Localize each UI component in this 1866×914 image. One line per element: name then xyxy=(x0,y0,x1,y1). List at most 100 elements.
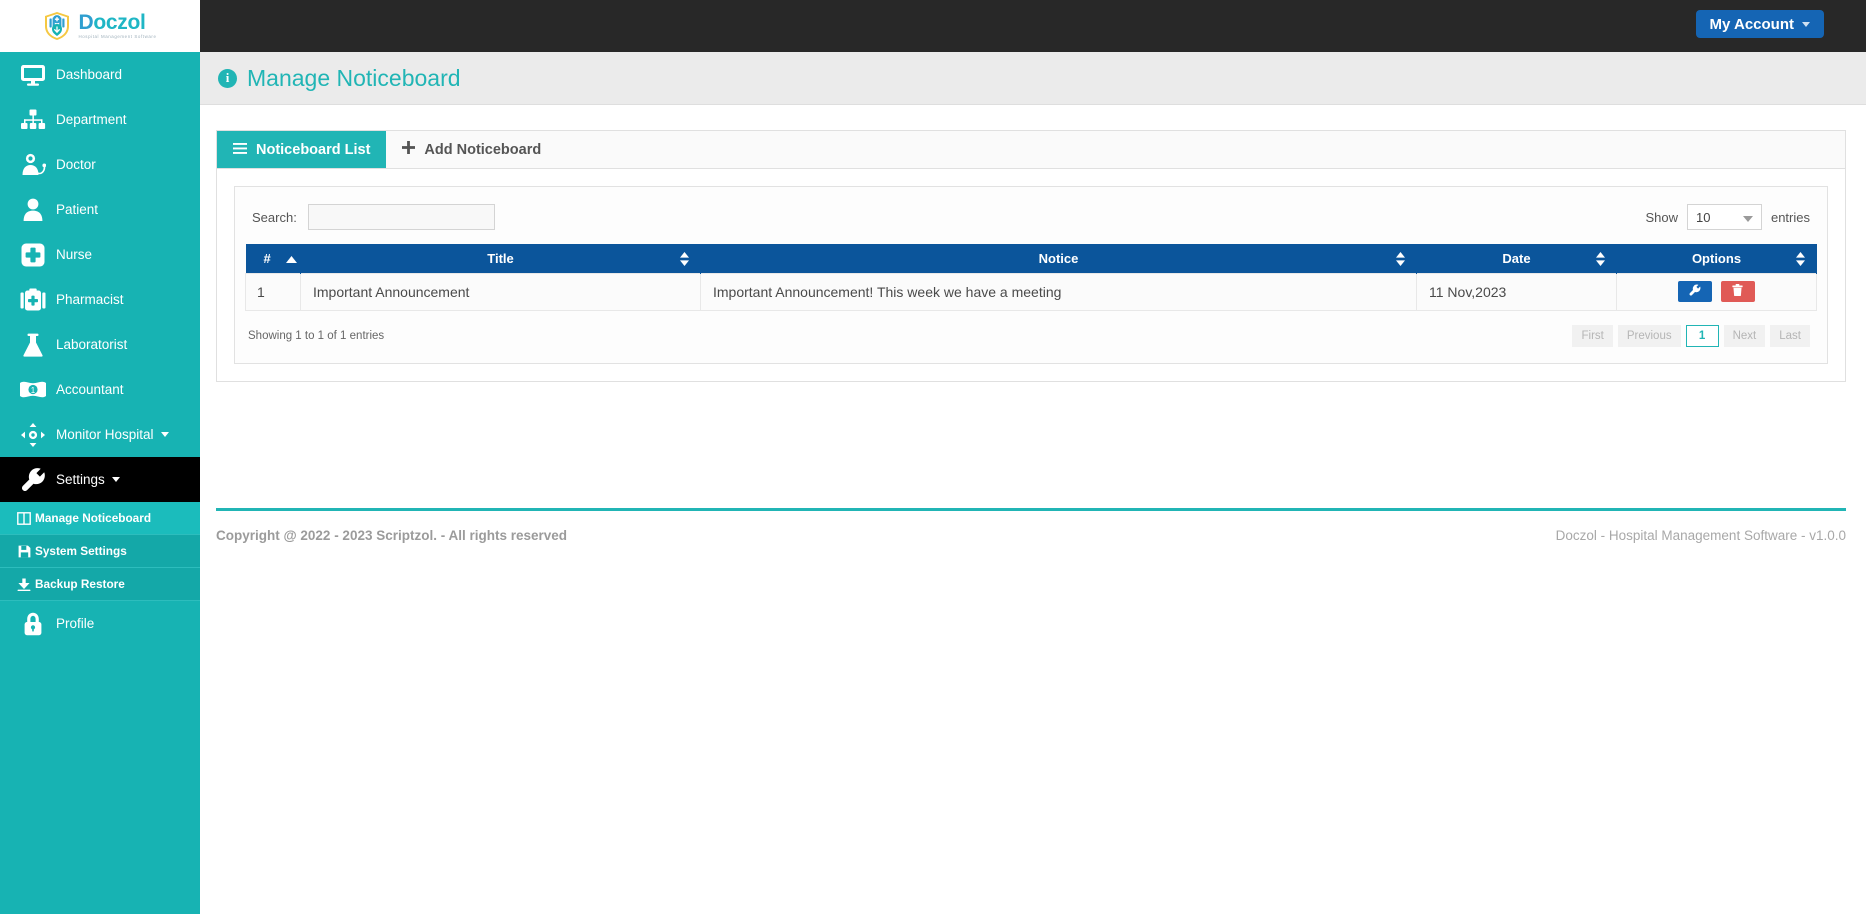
sidebar-item-system-settings[interactable]: System Settings xyxy=(0,535,200,568)
column-label: # xyxy=(263,250,271,266)
cell-options xyxy=(1616,272,1817,311)
noticeboard-panel: Noticeboard List Add Noticeboard Search: xyxy=(216,130,1846,382)
cell-date: 11 Nov,2023 xyxy=(1416,272,1617,311)
sidebar-item-department[interactable]: Department xyxy=(0,97,200,142)
brand-tagline: Hospital Management Software xyxy=(78,34,157,40)
column-header-notice[interactable]: Notice xyxy=(700,244,1417,273)
search-input[interactable] xyxy=(307,204,495,230)
sidebar-item-label: Nurse xyxy=(56,247,93,262)
sidebar-item-label: Department xyxy=(56,112,127,127)
brand-logo-area[interactable]: Doczol Hospital Management Software xyxy=(0,0,200,52)
topbar: My Account xyxy=(200,0,1866,52)
doctor-stethoscope-icon xyxy=(10,153,56,176)
page-header: i Manage Noticeboard xyxy=(200,52,1866,105)
pagination: First Previous 1 Next Last xyxy=(1572,324,1810,347)
settings-submenu: Manage Noticeboard System Settings Backu… xyxy=(0,502,200,601)
user-icon xyxy=(10,198,56,221)
sidebar-item-label: Laboratorist xyxy=(56,337,128,352)
monitor-icon xyxy=(10,64,56,86)
shield-medical-icon xyxy=(43,11,71,41)
column-label: Options xyxy=(1691,250,1742,266)
page-title: Manage Noticeboard xyxy=(247,64,461,91)
sort-asc-icon xyxy=(286,251,298,266)
sidebar-subitem-label: Backup Restore xyxy=(35,577,125,591)
sidebar-item-dashboard[interactable]: Dashboard xyxy=(0,52,200,97)
sidebar-item-label: Pharmacist xyxy=(56,292,124,307)
sidebar-item-patient[interactable]: Patient xyxy=(0,187,200,232)
cell-notice: Important Announcement! This week we hav… xyxy=(700,272,1417,311)
sidebar-item-doctor[interactable]: Doctor xyxy=(0,142,200,187)
plus-icon xyxy=(402,141,416,158)
column-header-options[interactable]: Options xyxy=(1616,244,1817,273)
download-icon xyxy=(13,578,35,591)
app-root: Doczol Hospital Management Software Dash… xyxy=(0,0,1866,914)
column-label: Title xyxy=(487,250,514,266)
sidebar-item-backup-restore[interactable]: Backup Restore xyxy=(0,568,200,601)
pagination-first[interactable]: First xyxy=(1572,324,1613,347)
sort-both-icon xyxy=(1395,252,1406,269)
pagination-page-1[interactable]: 1 xyxy=(1685,324,1719,347)
medical-cross-icon xyxy=(10,243,56,267)
pagination-last[interactable]: Last xyxy=(1770,324,1810,347)
brand-text: Doczol Hospital Management Software xyxy=(78,12,156,39)
datatable-wrapper: Search: Show 10 entries # Title Notice D… xyxy=(234,186,1828,364)
crosshair-icon xyxy=(10,422,56,447)
floppy-save-icon xyxy=(13,545,35,558)
main-content: Noticeboard List Add Noticeboard Search: xyxy=(200,105,1866,382)
cell-num: 1 xyxy=(245,272,301,311)
delete-button[interactable] xyxy=(1720,281,1755,302)
entries-select[interactable]: 10 xyxy=(1686,204,1762,230)
sidebar-item-label: Accountant xyxy=(56,382,124,397)
edit-button[interactable] xyxy=(1678,281,1713,302)
search-area: Search: xyxy=(252,204,495,230)
tab-add-noticeboard[interactable]: Add Noticeboard xyxy=(386,131,557,168)
table-body: 1 Important Announcement Important Annou… xyxy=(245,272,1817,311)
sidebar-item-label: Dashboard xyxy=(56,67,123,82)
pagination-next[interactable]: Next xyxy=(1723,324,1766,347)
chevron-down-icon xyxy=(111,477,120,482)
sidebar-item-accountant[interactable]: 1 Accountant xyxy=(0,367,200,412)
sidebar-item-laboratorist[interactable]: Laboratorist xyxy=(0,322,200,367)
entries-selected-value: 10 xyxy=(1695,209,1711,225)
wrench-icon xyxy=(1689,284,1701,299)
brand-name-part2: oczol xyxy=(93,11,146,35)
footer-version: Doczol - Hospital Management Software - … xyxy=(1555,528,1846,543)
entries-label: entries xyxy=(1770,209,1810,225)
sidebar-item-label: Monitor Hospital xyxy=(56,427,154,442)
sidebar-item-pharmacist[interactable]: Pharmacist xyxy=(0,277,200,322)
sidebar-item-profile[interactable]: Profile xyxy=(0,601,200,646)
lock-icon xyxy=(10,612,56,636)
sidebar-item-settings[interactable]: Settings xyxy=(0,457,200,502)
sidebar: Doczol Hospital Management Software Dash… xyxy=(0,0,200,914)
column-header-date[interactable]: Date xyxy=(1416,244,1617,273)
sitemap-icon xyxy=(10,109,56,131)
panel-tabs: Noticeboard List Add Noticeboard xyxy=(217,131,1845,169)
my-account-button[interactable]: My Account xyxy=(1695,10,1824,38)
sidebar-item-label: Profile xyxy=(56,616,95,631)
sort-both-icon xyxy=(1595,252,1606,269)
trash-icon xyxy=(1732,284,1744,299)
table-head: # Title Notice Date Options xyxy=(245,244,1817,273)
show-entries-area: Show 10 entries xyxy=(1645,204,1810,230)
table-header-row: # Title Notice Date Options xyxy=(245,244,1817,273)
chevron-down-icon xyxy=(160,432,169,437)
sidebar-item-monitor-hospital[interactable]: Monitor Hospital xyxy=(0,412,200,457)
tab-noticeboard-list[interactable]: Noticeboard List xyxy=(217,131,387,168)
sidebar-item-label: Patient xyxy=(56,202,99,217)
table-row: 1 Important Announcement Important Annou… xyxy=(245,272,1817,311)
footer-copyright: Copyright @ 2022 - 2023 Scriptzol. - All… xyxy=(216,528,568,543)
pagination-previous[interactable]: Previous xyxy=(1617,324,1681,347)
column-header-num[interactable]: # xyxy=(245,244,301,273)
noticeboard-table: # Title Notice Date Options 1 Important … xyxy=(245,244,1817,311)
chevron-down-icon xyxy=(1742,216,1753,222)
chevron-down-icon xyxy=(1802,21,1810,27)
sidebar-item-nurse[interactable]: Nurse xyxy=(0,232,200,277)
column-header-title[interactable]: Title xyxy=(300,244,701,273)
footer-row: Copyright @ 2022 - 2023 Scriptzol. - All… xyxy=(216,511,1846,543)
search-label: Search: xyxy=(252,209,297,225)
brand-name: Doczol xyxy=(78,12,156,33)
wrench-icon xyxy=(10,467,56,492)
sidebar-item-manage-noticeboard[interactable]: Manage Noticeboard xyxy=(0,502,200,535)
sidebar-subitem-label: System Settings xyxy=(35,544,127,558)
sidebar-nav-bottom: Profile xyxy=(0,601,200,646)
